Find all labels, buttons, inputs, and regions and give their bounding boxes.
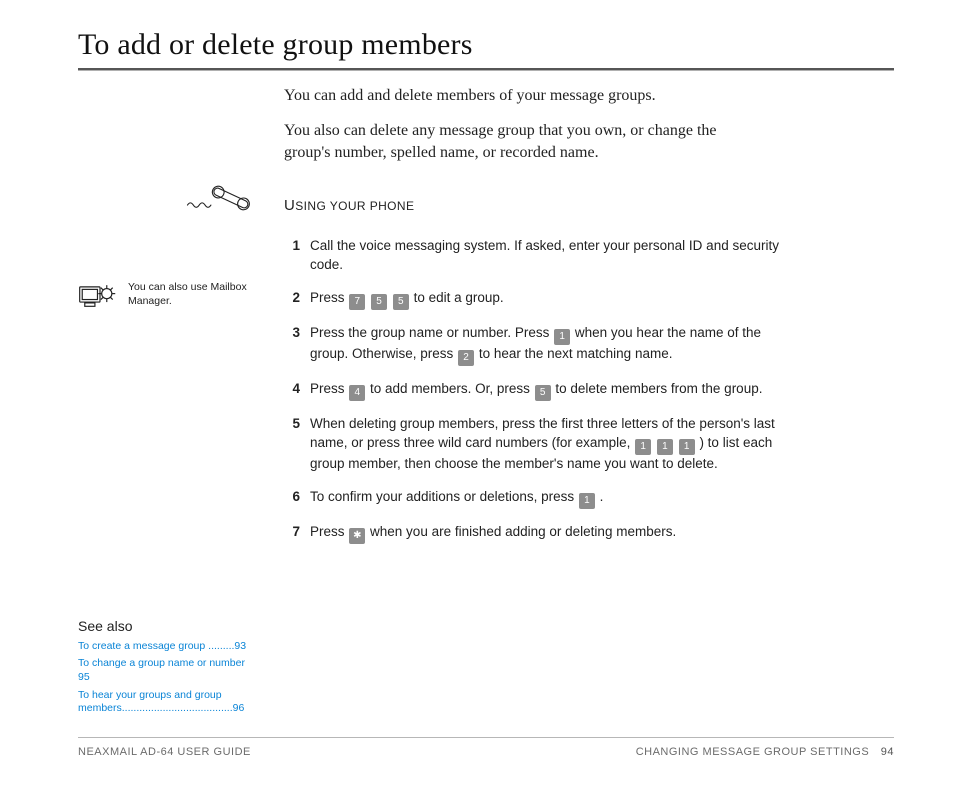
step-body: To confirm your additions or deletions, … — [310, 488, 794, 509]
step-num: 5 — [284, 415, 300, 474]
main-column: You can add and delete members of your m… — [284, 85, 894, 558]
intro-p2: You also can delete any message group th… — [284, 120, 754, 165]
step-num: 4 — [284, 380, 300, 401]
key-icon: 1 — [579, 493, 595, 509]
step-num: 7 — [284, 523, 300, 544]
steps-list: 1 Call the voice messaging system. If as… — [284, 237, 894, 544]
key-icon: 4 — [349, 385, 365, 401]
see-also: See also To create a message group .....… — [78, 618, 263, 720]
step-num: 3 — [284, 324, 300, 366]
step-body: Call the voice messaging system. If aske… — [310, 237, 794, 275]
key-icon: 1 — [554, 329, 570, 345]
step-7: 7 Press ✱ when you are finished adding o… — [284, 523, 794, 544]
page: To add or delete group members — [0, 0, 954, 786]
content-layout: You can also use Mailbox Manager. You ca… — [78, 85, 894, 558]
step-5: 5 When deleting group members, press the… — [284, 415, 794, 474]
see-also-link[interactable]: To hear your groups and group members...… — [78, 689, 258, 716]
step-body: Press 4 to add members. Or, press 5 to d… — [310, 380, 794, 401]
tip-box: You can also use Mailbox Manager. — [78, 279, 258, 315]
step-2: 2 Press 7 5 5 to edit a group. — [284, 289, 794, 310]
step-3: 3 Press the group name or number. Press … — [284, 324, 794, 366]
key-icon: 1 — [657, 439, 673, 455]
step-num: 1 — [284, 237, 300, 275]
title-rule — [78, 68, 894, 71]
section-label-text: Using your phone — [284, 197, 894, 214]
section-header-row: Using your phone — [184, 177, 894, 217]
step-body: When deleting group members, press the f… — [310, 415, 794, 474]
page-title: To add or delete group members — [78, 28, 894, 62]
footer: NEAXMAIL AD-64 USER GUIDE CHANGING MESSA… — [78, 746, 894, 758]
step-num: 6 — [284, 488, 300, 509]
intro-p1: You can add and delete members of your m… — [284, 85, 754, 108]
footer-left: NEAXMAIL AD-64 USER GUIDE — [78, 746, 251, 758]
key-icon: 1 — [635, 439, 651, 455]
see-also-heading: See also — [78, 618, 263, 634]
step-6: 6 To confirm your additions or deletions… — [284, 488, 794, 509]
key-icon: 1 — [679, 439, 695, 455]
step-4: 4 Press 4 to add members. Or, press 5 to… — [284, 380, 794, 401]
key-star-icon: ✱ — [349, 528, 365, 544]
footer-right: CHANGING MESSAGE GROUP SETTINGS 94 — [636, 746, 894, 758]
sidebar: You can also use Mailbox Manager. — [78, 85, 268, 558]
key-icon: 7 — [349, 294, 365, 310]
step-num: 2 — [284, 289, 300, 310]
page-number: 94 — [881, 746, 894, 758]
step-body: Press ✱ when you are finished adding or … — [310, 523, 794, 544]
footer-rule — [78, 737, 894, 738]
step-1: 1 Call the voice messaging system. If as… — [284, 237, 794, 275]
see-also-link[interactable]: To create a message group .........93 — [78, 640, 258, 654]
section-label: Using your phone — [284, 197, 894, 217]
key-icon: 5 — [535, 385, 551, 401]
computer-gear-icon — [78, 279, 122, 315]
tip-text: You can also use Mailbox Manager. — [128, 279, 258, 308]
intro: You can add and delete members of your m… — [284, 85, 894, 165]
step-body: Press the group name or number. Press 1 … — [310, 324, 794, 366]
key-icon: 5 — [393, 294, 409, 310]
key-icon: 2 — [458, 350, 474, 366]
key-icon: 5 — [371, 294, 387, 310]
see-also-link[interactable]: To change a group name or number 95 — [78, 657, 258, 684]
step-body: Press 7 5 5 to edit a group. — [310, 289, 794, 310]
